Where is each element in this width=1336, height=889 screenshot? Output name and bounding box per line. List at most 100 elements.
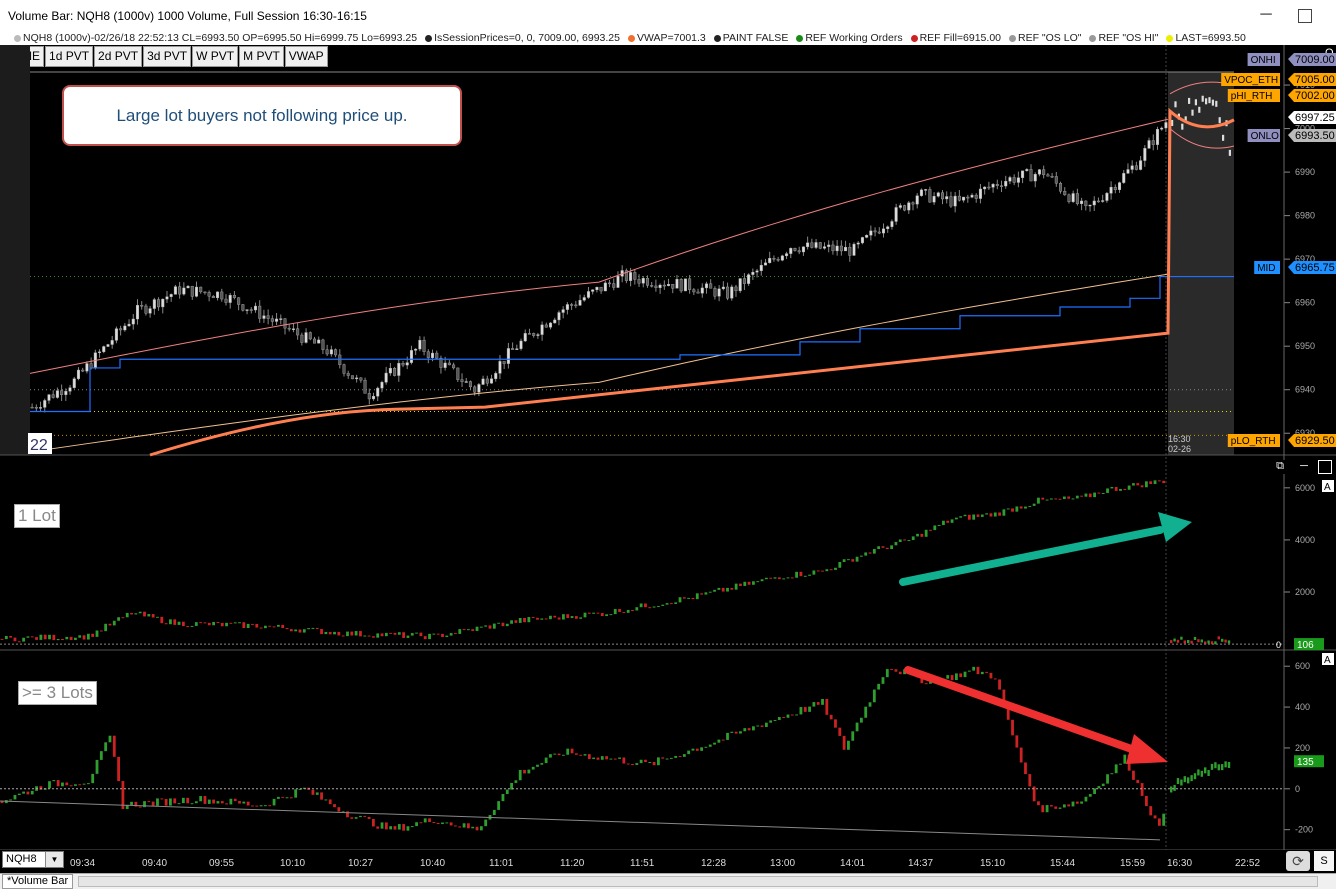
lot3-candle: [786, 714, 790, 718]
lot3-candle: [475, 826, 479, 831]
price-candle: [119, 328, 123, 331]
price-candle: [68, 387, 72, 392]
price-candle: [1164, 122, 1168, 129]
lot3-candle: [393, 826, 397, 830]
price-candle: [161, 298, 165, 308]
price-candle: [1181, 123, 1184, 130]
lot3-candle: [199, 796, 203, 802]
price-candle: [515, 348, 519, 350]
lot1-candle: [9, 635, 13, 638]
price-candle: [844, 246, 848, 252]
price-candle: [974, 194, 978, 199]
lot3-candle: [881, 677, 885, 684]
lot3-candle: [726, 732, 729, 740]
price-candle: [131, 318, 135, 325]
lot1-candle: [851, 559, 855, 562]
lot1-candle: [389, 632, 393, 634]
price-candle: [245, 309, 249, 311]
lot1-candle: [384, 632, 388, 637]
lot1-value: 106: [1297, 640, 1314, 651]
price-candle: [317, 339, 321, 344]
lot3-tick-label: 0: [1295, 784, 1300, 794]
lot3-candle: [78, 784, 82, 786]
lot3-candle: [1145, 795, 1148, 807]
price-candle: [941, 192, 945, 200]
price-candle: [827, 244, 831, 247]
lot3-candle: [1207, 770, 1210, 777]
price-candle: [578, 300, 582, 306]
lot3-candle: [367, 816, 371, 819]
time-label: 10:40: [420, 858, 446, 869]
lot1-candle: [479, 626, 483, 628]
panel1-corner: A: [1324, 482, 1331, 493]
minimize-panel-icon[interactable]: ─: [1297, 460, 1311, 474]
time-label: 11:51: [630, 858, 655, 869]
price-candle: [903, 205, 907, 211]
price-candle: [810, 242, 814, 248]
price-candle: [641, 278, 645, 284]
price-candle: [494, 373, 498, 379]
lot3-candle: [1197, 769, 1200, 776]
lot3-candle: [834, 719, 837, 728]
price-candle: [355, 377, 359, 380]
lot1-candle: [847, 559, 850, 561]
price-candle: [39, 407, 43, 409]
lot3-candle: [1101, 783, 1105, 787]
lot1-candle: [976, 514, 980, 517]
lot1-candle: [220, 622, 224, 627]
lot3-candle: [1210, 763, 1214, 770]
s-button[interactable]: S: [1314, 851, 1334, 871]
lot1-candle: [1041, 497, 1045, 500]
chevron-down-icon[interactable]: ▼: [45, 852, 63, 867]
price-candle: [1143, 148, 1147, 161]
price-candle: [1130, 165, 1134, 170]
restore-panel-icon[interactable]: ⧉: [1273, 460, 1287, 474]
lot1-candle: [1149, 481, 1153, 485]
price-candle: [1194, 99, 1197, 106]
lot3-candle: [246, 801, 250, 806]
lot1-candle: [786, 577, 790, 579]
time-label: 12:28: [701, 858, 727, 869]
lot3-candle: [1088, 794, 1092, 797]
price-candle: [650, 285, 654, 287]
price-candle: [717, 288, 721, 297]
lot3-candle: [1214, 762, 1217, 769]
lot1-candle: [302, 629, 306, 633]
price-candle: [169, 294, 173, 297]
price-candle: [1188, 97, 1191, 104]
lot1-candle: [441, 633, 444, 638]
red-arrow-shaft: [904, 666, 1144, 756]
lot3-candle: [1193, 773, 1197, 780]
lot1-candle: [354, 631, 358, 636]
price-candle: [270, 318, 274, 322]
time-label: 22:52: [1235, 858, 1261, 869]
price-candle: [1050, 175, 1054, 178]
price-candle: [565, 304, 569, 310]
maximize-panel-icon[interactable]: [1318, 460, 1332, 474]
lot1-candle: [397, 632, 401, 635]
lot1-candle: [251, 623, 254, 625]
lot1-candle: [501, 622, 505, 627]
time-label: 09:40: [142, 858, 168, 869]
lot1-candle: [937, 525, 941, 527]
lot1-candle: [1015, 506, 1019, 512]
trend-line: [0, 800, 1161, 841]
lot1-candle: [1183, 640, 1186, 644]
lot3-candle: [1071, 801, 1075, 807]
lot1-candle: [181, 621, 185, 627]
lot1-candle: [4, 635, 8, 640]
lot1-candle: [963, 514, 967, 517]
session-shade: [0, 45, 30, 455]
price-candle: [296, 328, 300, 336]
tab-volume-bar[interactable]: *Volume Bar: [2, 874, 74, 889]
horizontal-scrollbar[interactable]: [78, 876, 1318, 887]
lot3-tick-label: 400: [1295, 702, 1310, 712]
lot3-candle: [782, 717, 786, 719]
lot1-candle: [488, 625, 492, 629]
price-candle: [216, 291, 220, 299]
price-candle: [393, 368, 397, 376]
lot1-candle: [1162, 480, 1166, 484]
price-candle: [1080, 200, 1084, 204]
lot1-candle: [549, 615, 552, 620]
reload-icon[interactable]: ⟳: [1286, 851, 1310, 871]
